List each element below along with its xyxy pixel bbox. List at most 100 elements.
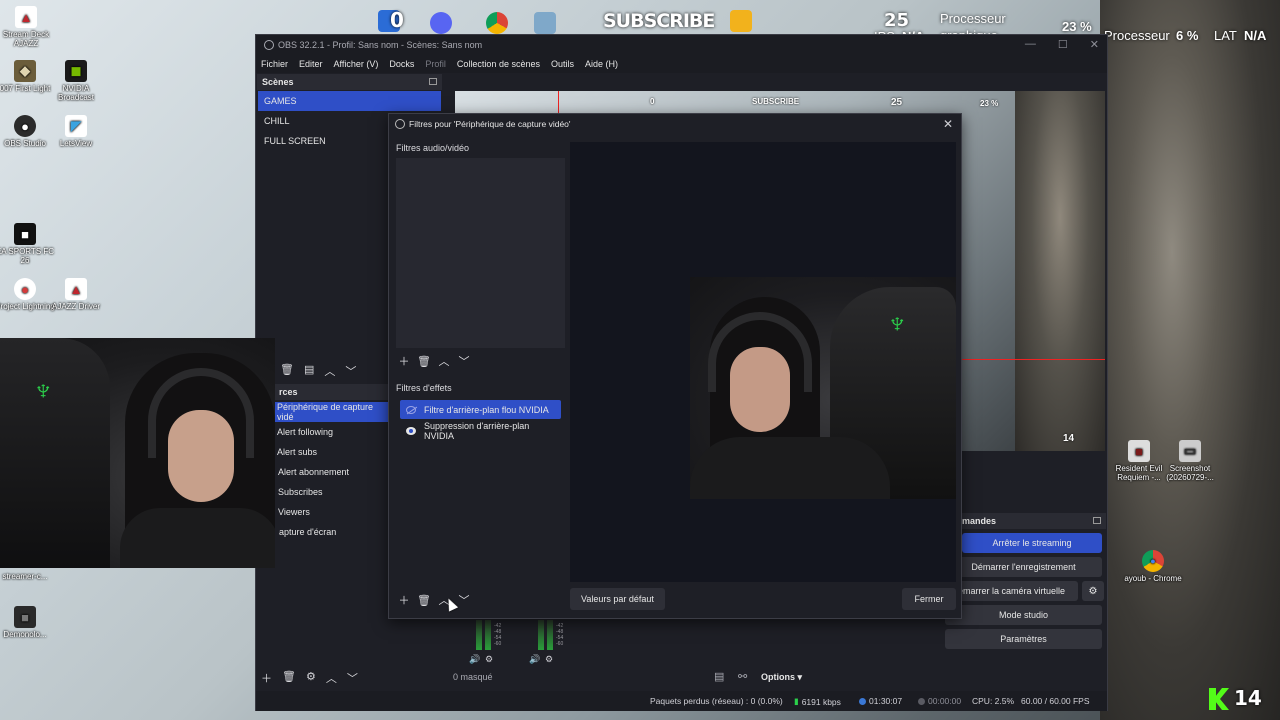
gpu-percent: 23 % bbox=[1062, 19, 1092, 34]
desktop-icon-stream-deck[interactable]: ▲ Stream Deck AJAZZ bbox=[0, 6, 57, 48]
visibility-icon[interactable] bbox=[406, 426, 416, 435]
mixer-layout-icon[interactable]: ▤ bbox=[714, 670, 724, 683]
stop-streaming-button[interactable]: Arrêter le streaming bbox=[962, 533, 1102, 553]
controls-dock: mandes Arrêter le streaming Démarrer l'e… bbox=[944, 513, 1106, 658]
move-down-icon[interactable]: ﹀ bbox=[347, 670, 358, 686]
audio-settings-icon[interactable]: ⚙ bbox=[485, 654, 493, 665]
remove-filter-icon[interactable]: 🗑 bbox=[417, 354, 431, 368]
menu-outils[interactable]: Outils bbox=[551, 59, 574, 69]
menu-docks[interactable]: Docks bbox=[389, 59, 414, 69]
desktop-icon-ea-fc[interactable]: ■ EA SPORTS FC 26 bbox=[0, 223, 56, 265]
av-filters-list[interactable] bbox=[396, 158, 565, 348]
preview-kick: 14 bbox=[1063, 433, 1075, 444]
add-filter-icon[interactable]: ＋ bbox=[397, 593, 411, 607]
maximize-icon[interactable]: ☐ bbox=[1058, 38, 1068, 51]
audio-meter bbox=[547, 620, 553, 650]
audio-meter bbox=[485, 620, 491, 650]
obs-logo-icon bbox=[264, 40, 274, 50]
source-properties-icon[interactable]: ⚙ bbox=[306, 670, 316, 686]
minimize-icon[interactable]: — bbox=[1025, 38, 1036, 51]
lat-label: LAT bbox=[1214, 28, 1237, 43]
desktop-icon-nvidia-broadcast[interactable]: ◼ NVIDIA Broadcast bbox=[45, 60, 107, 102]
start-recording-button[interactable]: Démarrer l'enregistrement bbox=[945, 557, 1102, 577]
obs-logo-icon bbox=[395, 119, 405, 129]
filter-item-nvidia-blur[interactable]: Filtre d'arrière-plan flou NVIDIA bbox=[400, 400, 561, 419]
remove-filter-icon[interactable]: 🗑 bbox=[417, 593, 431, 607]
desktop-icon-ajazz-driver[interactable]: ▲ AJAZZ Driver bbox=[45, 278, 107, 311]
add-source-icon[interactable]: ＋ bbox=[261, 670, 272, 686]
sources-toolbar: ＋ 🗑 ⚙ ︿ ﹀ bbox=[261, 670, 358, 686]
effect-filters-label: Filtres d'effets bbox=[396, 383, 452, 393]
preview-wallpaper-face bbox=[1015, 91, 1105, 451]
gpu-label-1: Processeur bbox=[940, 11, 1006, 26]
menu-aide[interactable]: Aide (H) bbox=[585, 59, 618, 69]
move-down-icon[interactable]: ﹀ bbox=[457, 354, 471, 368]
subscribe-banner: SUBSCRIBE bbox=[603, 10, 715, 32]
preview-subscribe: SUBSCRIBE bbox=[752, 97, 800, 106]
razer-logo-icon: ♆ bbox=[886, 307, 909, 340]
mixer-options-button[interactable]: Options ▾ bbox=[761, 672, 802, 683]
menu-editer[interactable]: Editer bbox=[299, 59, 323, 69]
preview-gpu: 23 % bbox=[980, 99, 999, 108]
av-filters-label: Filtres audio/vidéo bbox=[396, 143, 470, 153]
resident-evil-icon: ■ bbox=[1128, 440, 1150, 462]
desktop-icon-chrome-profile[interactable]: ● ayoub - Chrome bbox=[1122, 550, 1184, 583]
audio-settings-icon[interactable]: ⚙ bbox=[545, 654, 553, 665]
status-bar: Paquets perdus (réseau) : 0 (0.0%) ▮ 619… bbox=[256, 691, 1107, 711]
defaults-button[interactable]: Valeurs par défaut bbox=[570, 588, 665, 610]
cpu-usage: CPU: 2.5% bbox=[972, 696, 1015, 706]
dialog-title: Filtres pour 'Périphérique de capture vi… bbox=[409, 119, 571, 129]
scenes-toolbar: 🗑 ▤ ︿ ﹀ bbox=[280, 363, 356, 379]
letsview-icon: ◤ bbox=[65, 115, 87, 137]
desktop-icon-letsview[interactable]: ◤ LetsView bbox=[45, 115, 107, 148]
meter-scale: -42 -48 -54 -60 bbox=[494, 623, 502, 647]
dialog-titlebar: Filtres pour 'Périphérique de capture vi… bbox=[389, 114, 961, 134]
volume-icon[interactable]: 🔊 bbox=[469, 654, 480, 665]
move-down-icon[interactable]: ﹀ bbox=[457, 593, 471, 607]
move-down-icon[interactable]: ﹀ bbox=[345, 363, 356, 379]
lat-value: N/A bbox=[1244, 28, 1267, 43]
move-up-icon[interactable]: ︿ bbox=[324, 363, 335, 379]
studio-mode-button[interactable]: Mode studio bbox=[945, 605, 1102, 625]
scenes-dock-header: Scènes bbox=[257, 74, 442, 90]
discord-icon bbox=[430, 12, 452, 34]
scene-item-games[interactable]: GAMES bbox=[258, 91, 441, 111]
menu-profil[interactable]: Profil bbox=[425, 59, 446, 69]
menu-afficher[interactable]: Afficher (V) bbox=[334, 59, 379, 69]
settings-button[interactable]: Paramètres bbox=[945, 629, 1102, 649]
remove-scene-icon[interactable]: 🗑 bbox=[280, 363, 294, 379]
source-item-capture[interactable]: Périphérique de capture vidé bbox=[257, 402, 392, 422]
mixer-link-icon[interactable]: ⚯ bbox=[738, 670, 747, 683]
remove-source-icon[interactable]: 🗑 bbox=[282, 670, 296, 686]
desktop-icon-screenshot[interactable]: ▭ Screenshot (20260729-... bbox=[1159, 440, 1221, 482]
virtual-camera-settings-icon[interactable]: ⚙ bbox=[1082, 581, 1104, 601]
dock-float-icon[interactable] bbox=[1093, 517, 1101, 524]
controls-dock-header: mandes bbox=[944, 513, 1106, 529]
audio-meter bbox=[476, 620, 482, 650]
close-icon[interactable]: ✕ bbox=[1090, 38, 1099, 51]
virtual-camera-button[interactable]: émarrer la caméra virtuelle ⚙ bbox=[945, 581, 1104, 601]
move-up-icon[interactable]: ︿ bbox=[326, 670, 337, 686]
dropped-frames: Paquets perdus (réseau) : 0 (0.0%) bbox=[650, 696, 783, 706]
follower-counter: 0 bbox=[390, 8, 404, 32]
scene-filters-icon[interactable]: ▤ bbox=[304, 363, 314, 379]
stream-deck-icon: ▲ bbox=[15, 6, 37, 28]
demonologist-icon: ■ bbox=[14, 606, 36, 628]
visibility-off-icon[interactable] bbox=[406, 405, 416, 414]
filters-dialog: Filtres pour 'Périphérique de capture vi… bbox=[388, 113, 962, 619]
desktop-icon-demonologist[interactable]: ■ Demonolo... bbox=[0, 606, 56, 639]
move-up-icon[interactable]: ︿ bbox=[437, 354, 451, 368]
menu-collection-scenes[interactable]: Collection de scènes bbox=[457, 59, 540, 69]
meter-scale: -42 -48 -54 -60 bbox=[556, 623, 564, 647]
rockstar-icon bbox=[730, 10, 752, 32]
preview-fps: 25 bbox=[891, 97, 903, 108]
close-button[interactable]: Fermer bbox=[902, 588, 956, 610]
close-icon[interactable]: ✕ bbox=[941, 117, 955, 131]
desktop-icon-streamer[interactable]: streamer-c... bbox=[0, 572, 56, 581]
menu-fichier[interactable]: Fichier bbox=[261, 59, 288, 69]
dock-float-icon[interactable] bbox=[429, 78, 437, 85]
filter-item-nvidia-removal[interactable]: Suppression d'arrière-plan NVIDIA bbox=[400, 421, 561, 441]
volume-icon[interactable]: 🔊 bbox=[529, 654, 540, 665]
ea-sports-icon: ■ bbox=[14, 223, 36, 245]
add-filter-icon[interactable]: ＋ bbox=[397, 354, 411, 368]
